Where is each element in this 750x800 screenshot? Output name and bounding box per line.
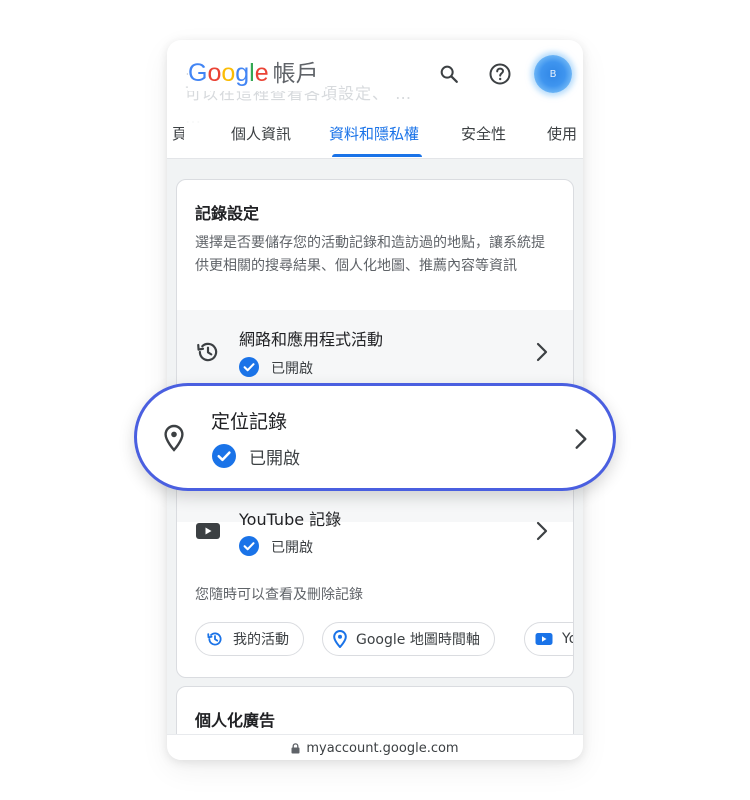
account-label: 帳戶 [272,61,319,87]
chevron-right-icon [575,429,587,449]
check-circle-icon [239,357,259,377]
chip-label: Yo [562,631,573,647]
youtube-icon [535,633,553,645]
history-footnote: 您隨時可以查看及刪除記錄 [195,587,363,603]
check-circle-icon [212,444,236,468]
row-title: YouTube 記錄 [239,510,342,529]
app-header: … 可以在這裡查看各項設定、 … … Google帳戶 [167,40,583,159]
avatar[interactable]: B [534,55,572,93]
url-bar[interactable]: myaccount.google.com [167,734,583,760]
check-circle-icon [239,536,259,556]
row-status: 已開啟 [271,540,313,556]
chip-label: Google 地圖時間軸 [356,632,480,648]
lock-icon [291,742,300,753]
google-account-logo[interactable]: Google 帳戶 [188,56,325,91]
history-icon [195,339,221,365]
url-text: myaccount.google.com [306,740,459,756]
card-title: 記錄設定 [195,204,260,223]
chevron-right-icon [536,342,548,362]
avatar-initial: B [549,68,557,80]
my-activity-chip[interactable]: 我的活動 [195,622,304,656]
help-icon [489,63,511,85]
chevron-right-icon [536,521,548,541]
search-icon [440,65,458,83]
history-icon [207,632,222,646]
location-history-title: 定位記錄 [211,411,288,433]
youtube-history-chip[interactable]: Yo [524,622,573,656]
google-wordmark: Google [188,59,269,87]
chip-label: 我的活動 [233,632,289,648]
location-pin-icon [164,424,184,452]
location-history-status: 已開啟 [249,449,300,469]
location-history-row-highlight[interactable]: 定位記錄 已開啟 [134,383,616,491]
tab-personal-info[interactable]: 個人資訊 [231,124,291,144]
tab-people-sharing-partial[interactable]: 使用 [547,124,577,144]
card-description: 選擇是否要儲存您的活動記錄和造訪過的地點，讓系統提供更相關的搜尋結果、個人化地圖… [195,235,545,274]
tab-data-privacy[interactable]: 資料和隱私權 [329,124,419,144]
maps-timeline-chip[interactable]: Google 地圖時間軸 [322,622,495,656]
row-status: 已開啟 [271,361,313,377]
card-title: 個人化廣告 [195,711,276,730]
youtube-history-row[interactable]: YouTube 記錄 已開啟 [177,490,573,570]
tab-home-partial[interactable]: 頁 [172,124,184,144]
tab-security[interactable]: 安全性 [461,124,506,144]
help-button[interactable] [484,58,516,90]
stage: … 可以在這裡查看各項設定、 … … Google帳戶 [0,0,750,800]
search-button[interactable] [433,58,465,90]
tab-bar: 頁 個人資訊 資料和隱私權 安全性 使用 [167,116,583,158]
youtube-icon [195,518,221,544]
row-title: 網路和應用程式活動 [239,330,384,349]
web-app-activity-row[interactable]: 網路和應用程式活動 已開啟 [177,312,573,392]
active-tab-indicator [332,154,422,157]
history-chips: 我的活動 Google 地圖時間軸 Yo [195,622,573,662]
location-pin-icon [333,630,347,648]
